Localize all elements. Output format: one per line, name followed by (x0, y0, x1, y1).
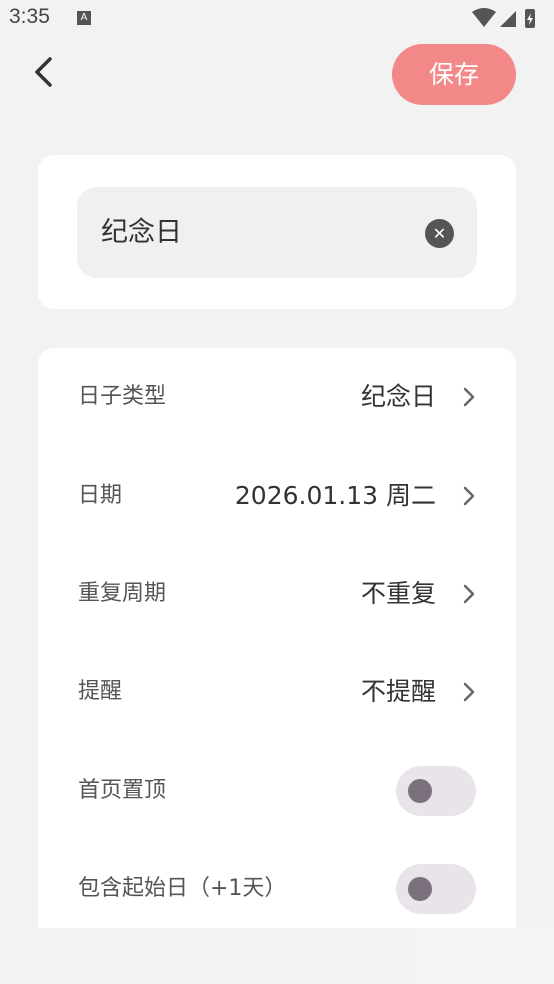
wifi-icon (472, 8, 496, 27)
toggle-knob (408, 779, 432, 803)
row-value: 不提醒 (360, 677, 436, 706)
chevron-right-icon (463, 584, 475, 604)
row-value: 纪念日 (360, 382, 436, 411)
row-pin-top: 首页置顶 (38, 766, 516, 816)
status-icons (470, 6, 542, 30)
toggle-knob (408, 877, 432, 901)
title-card: 纪念日 ✕ (38, 155, 516, 309)
status-time: 3:35 (9, 5, 50, 28)
back-button[interactable] (26, 50, 66, 94)
chevron-left-icon (35, 57, 52, 87)
row-label: 首页置顶 (78, 778, 167, 803)
row-day-type[interactable]: 日子类型 纪念日 (38, 372, 516, 422)
row-reminder[interactable]: 提醒 不提醒 (38, 667, 516, 717)
chevron-right-icon (463, 682, 475, 702)
pin-top-toggle[interactable] (396, 766, 476, 816)
row-date[interactable]: 日期 2026.01.13 周二 (38, 471, 516, 521)
chevron-right-icon (463, 486, 475, 506)
row-value: 2026.01.13 周二 (234, 481, 436, 510)
chevron-right-icon (463, 387, 475, 407)
status-bar: 3:35 A (0, 0, 554, 36)
signal-icon (500, 11, 516, 27)
row-label: 日子类型 (78, 384, 167, 409)
row-repeat[interactable]: 重复周期 不重复 (38, 569, 516, 619)
title-input[interactable]: 纪念日 ✕ (77, 187, 477, 278)
settings-card: 日子类型 纪念日 日期 2026.01.13 周二 重复周期 不重复 提醒 不提… (38, 348, 516, 928)
include-start-day-toggle[interactable] (396, 864, 476, 914)
bottom-overlay (410, 928, 554, 984)
row-label: 提醒 (78, 679, 123, 704)
row-include-start-day: 包含起始日（+1天） (38, 864, 516, 914)
save-button[interactable]: 保存 (392, 44, 516, 105)
notification-icon: A (77, 11, 91, 25)
clear-icon[interactable]: ✕ (425, 219, 454, 248)
title-input-value: 纪念日 (101, 217, 182, 248)
row-label: 重复周期 (78, 581, 167, 606)
row-label: 包含起始日（+1天） (78, 876, 287, 901)
row-value: 不重复 (360, 579, 436, 608)
row-label: 日期 (78, 483, 123, 508)
